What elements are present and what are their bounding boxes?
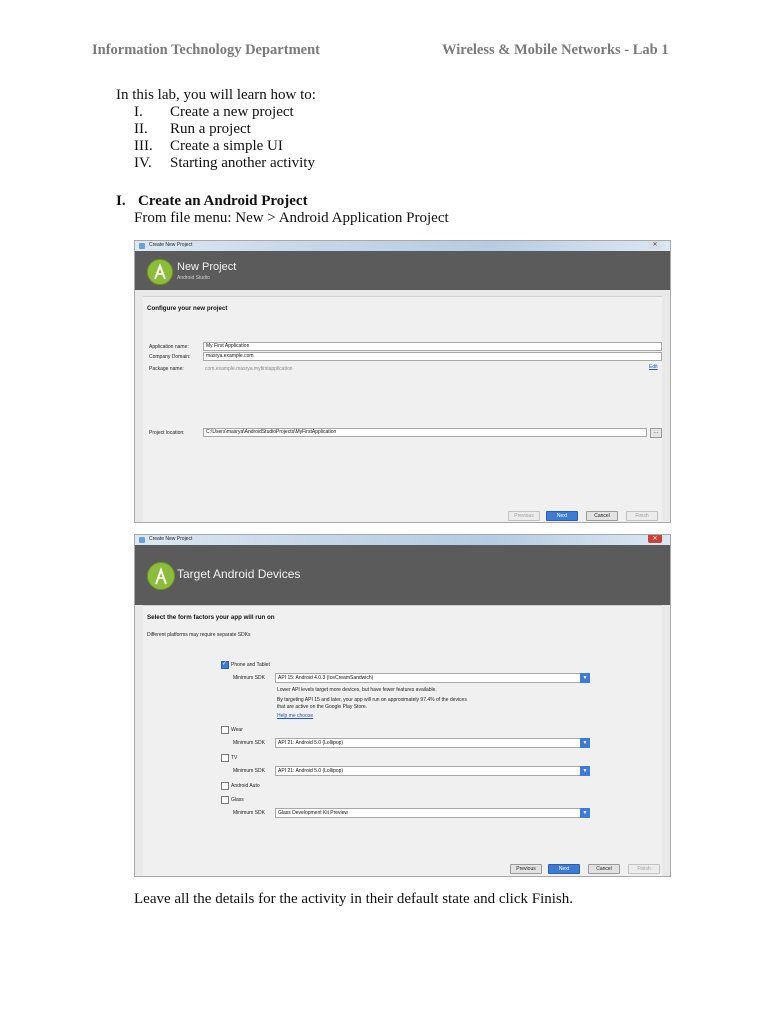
android-auto-checkbox[interactable] <box>221 782 229 790</box>
wear-checkbox[interactable] <box>221 726 229 734</box>
objective-item: I. Create a new project <box>134 104 315 121</box>
phone-min-sdk-label: Minimum SDK <box>233 675 265 681</box>
section-title: Create an Android Project <box>138 193 308 209</box>
android-studio-logo-icon <box>147 562 175 590</box>
cancel-button[interactable]: Cancel <box>588 864 620 874</box>
target-devices-dialog: Create New Project ✕ Target Android Devi… <box>134 534 671 877</box>
banner-title: Target Android Devices <box>177 567 301 581</box>
sdk-info-line: By targeting API 15 and later, your app … <box>277 697 467 703</box>
window-title: Create New Project <box>149 536 193 542</box>
previous-button[interactable]: Previous <box>508 511 540 521</box>
wear-label: Wear <box>231 727 243 733</box>
next-button[interactable]: Next <box>546 511 578 521</box>
form-factors-heading: Select the form factors your app will ru… <box>147 614 275 621</box>
dialog-banner: New Project Android Studio <box>135 251 670 290</box>
browse-button[interactable]: ... <box>650 428 662 438</box>
android-studio-logo-icon <box>147 259 173 285</box>
header-course-lab: Wireless & Mobile Networks - Lab 1 <box>442 42 669 58</box>
wear-sdk-value: API 21: Android 5.0 (Lollipop) <box>278 740 344 746</box>
objectives-list: I. Create a new project II. Run a projec… <box>134 104 315 172</box>
finish-button[interactable]: Finish <box>628 864 660 874</box>
sdk-info-line: Lower API levels target more devices, bu… <box>277 687 437 693</box>
objective-item: III. Create a simple UI <box>134 138 315 155</box>
objective-text: Create a simple UI <box>170 138 283 154</box>
help-me-choose-link[interactable]: Help me choose <box>277 713 313 719</box>
new-project-dialog: Create New Project ✕ New Project Android… <box>134 240 671 523</box>
chevron-down-icon: ▼ <box>580 738 590 748</box>
android-auto-label: Android Auto <box>231 783 260 789</box>
glass-checkbox[interactable] <box>221 796 229 804</box>
sdk-info-line: that are active on the Google Play Store… <box>277 704 368 710</box>
finish-button[interactable]: Finish <box>626 511 658 521</box>
phone-sdk-value: API 15: Android 4.0.3 (IceCreamSandwich) <box>278 675 374 681</box>
wear-min-sdk-select[interactable]: API 21: Android 5.0 (Lollipop) ▼ <box>275 738 590 748</box>
objective-number: III. <box>134 138 153 154</box>
tv-label: TV <box>231 755 238 761</box>
objective-text: Run a project <box>170 121 251 137</box>
project-location-label: Project location: <box>149 430 185 436</box>
company-domain-input[interactable]: masrya.example.com <box>203 352 662 361</box>
objective-number: II. <box>134 121 148 137</box>
header-department: Information Technology Department <box>92 42 320 58</box>
intro-text: In this lab, you will learn how to: <box>116 87 316 103</box>
glass-min-sdk-select[interactable]: Glass Development Kit Preview ▼ <box>275 808 590 818</box>
configure-heading: Configure your new project <box>147 305 228 312</box>
chevron-down-icon: ▼ <box>580 673 590 683</box>
objective-item: IV. Starting another activity <box>134 155 315 172</box>
app-name-input[interactable]: My First Application <box>203 342 662 351</box>
tv-sdk-value: API 21: Android 5.0 (Lollipop) <box>278 768 344 774</box>
objective-number: I. <box>134 104 143 120</box>
phone-min-sdk-select[interactable]: API 15: Android 4.0.3 (IceCreamSandwich)… <box>275 673 590 683</box>
objective-text: Create a new project <box>170 104 294 120</box>
cancel-button[interactable]: Cancel <box>586 511 618 521</box>
dialog-content: Configure your new project Application n… <box>143 296 662 522</box>
window-titlebar: Create New Project ✕ <box>135 241 670 251</box>
previous-button[interactable]: Previous <box>510 864 542 874</box>
sdk-note: Different platforms may require separate… <box>147 632 251 638</box>
chevron-down-icon: ▼ <box>580 808 590 818</box>
package-name-value: com.example.masrya.myfirstapplication <box>205 366 293 372</box>
closing-instruction: Leave all the details for the activity i… <box>134 891 574 907</box>
close-icon[interactable]: ✕ <box>648 241 662 249</box>
section-number: I. <box>116 193 126 209</box>
objective-text: Starting another activity <box>170 155 315 171</box>
close-icon[interactable]: ✕ <box>648 535 662 543</box>
next-button[interactable]: Next <box>548 864 580 874</box>
window-title: Create New Project <box>149 242 193 248</box>
objective-item: II. Run a project <box>134 121 315 138</box>
chevron-down-icon: ▼ <box>580 766 590 776</box>
objective-number: IV. <box>134 155 152 171</box>
phone-tablet-checkbox[interactable] <box>221 660 229 669</box>
banner-subtitle: Android Studio <box>177 275 210 281</box>
glass-min-sdk-label: Minimum SDK <box>233 810 265 816</box>
package-name-label: Package name: <box>149 366 184 372</box>
section-heading: I. Create an Android Project <box>116 193 308 210</box>
instruction-text: From file menu: New > Android Applicatio… <box>134 210 449 226</box>
wear-min-sdk-label: Minimum SDK <box>233 740 265 746</box>
company-domain-label: Company Domain: <box>149 354 191 360</box>
tv-checkbox[interactable] <box>221 754 229 762</box>
banner-title: New Project <box>177 261 237 273</box>
window-titlebar: Create New Project ✕ <box>135 535 670 545</box>
phone-tablet-label: Phone and Tablet <box>231 662 270 668</box>
app-name-label: Application name: <box>149 344 189 350</box>
tv-min-sdk-select[interactable]: API 21: Android 5.0 (Lollipop) ▼ <box>275 766 590 776</box>
tv-min-sdk-label: Minimum SDK <box>233 768 265 774</box>
glass-label: Glass <box>231 797 244 803</box>
app-window-icon <box>139 243 145 249</box>
dialog-content: Select the form factors your app will ru… <box>143 605 662 876</box>
project-location-input[interactable]: C:\Users\masrya\AndroidStudioProjects\My… <box>203 428 647 437</box>
dialog-banner: Target Android Devices <box>135 545 670 605</box>
edit-package-link[interactable]: Edit <box>649 364 658 370</box>
app-window-icon <box>139 537 145 543</box>
glass-sdk-value: Glass Development Kit Preview <box>278 810 349 816</box>
